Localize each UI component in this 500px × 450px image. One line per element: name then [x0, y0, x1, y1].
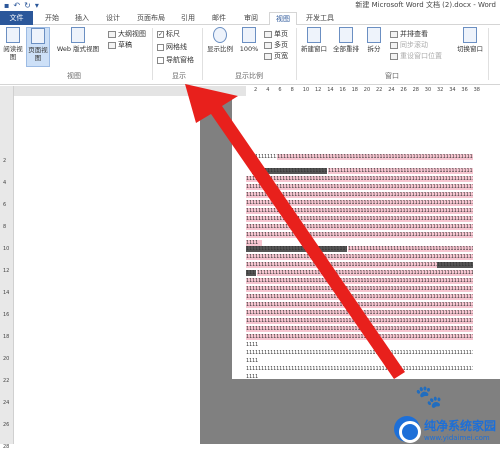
ruler-tick-label: 28 [3, 444, 10, 450]
red-arrow-annotation [185, 84, 405, 379]
